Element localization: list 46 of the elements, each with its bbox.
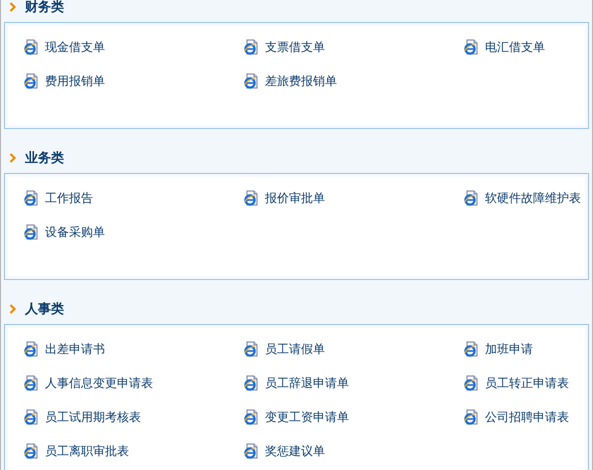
document-icon	[463, 375, 479, 391]
document-icon	[243, 443, 259, 459]
document-icon	[243, 409, 259, 425]
document-icon	[463, 409, 479, 425]
form-link[interactable]: 设备采购单	[45, 224, 105, 240]
form-link[interactable]: 支票借支单	[265, 38, 325, 56]
chevron-icon	[9, 153, 17, 163]
document-icon	[463, 39, 479, 55]
document-icon	[243, 39, 259, 55]
form-link[interactable]: 现金借支单	[45, 38, 105, 56]
document-icon	[23, 190, 39, 206]
document-icon	[23, 73, 39, 89]
form-link[interactable]: 公司招聘申请表	[485, 408, 569, 426]
form-link[interactable]: 软硬件故障维护表	[485, 190, 581, 206]
section-title: 财务类	[25, 0, 64, 16]
document-icon	[23, 341, 39, 357]
form-link[interactable]: 奖惩建议单	[265, 442, 325, 460]
form-link[interactable]: 变更工资申请单	[265, 408, 349, 426]
chevron-icon	[9, 304, 17, 314]
chevron-icon	[9, 2, 17, 12]
form-link[interactable]: 出差申请书	[45, 340, 105, 358]
document-icon	[23, 39, 39, 55]
document-icon	[243, 375, 259, 391]
form-link[interactable]: 电汇借支单	[485, 38, 545, 56]
document-icon	[243, 341, 259, 357]
document-icon	[463, 341, 479, 357]
form-link[interactable]: 加班申请	[485, 340, 533, 358]
document-icon	[243, 73, 259, 89]
form-link[interactable]: 员工请假单	[265, 340, 325, 358]
document-icon	[463, 190, 479, 206]
section-title: 业务类	[25, 150, 64, 167]
document-icon	[23, 443, 39, 459]
form-link[interactable]: 差旅费报销单	[265, 72, 337, 90]
form-link[interactable]: 工作报告	[45, 190, 93, 206]
document-icon	[23, 224, 39, 240]
document-icon	[243, 190, 259, 206]
form-link[interactable]: 报价审批单	[265, 190, 325, 206]
form-link[interactable]: 员工离职审批表	[45, 442, 129, 460]
section-title: 人事类	[25, 301, 64, 318]
form-link[interactable]: 员工试用期考核表	[45, 408, 141, 426]
form-link[interactable]: 员工辞退申请单	[265, 374, 349, 392]
form-link[interactable]: 人事信息变更申请表	[45, 374, 153, 392]
form-link[interactable]: 费用报销单	[45, 72, 105, 90]
document-icon	[23, 409, 39, 425]
form-link[interactable]: 员工转正申请表	[485, 374, 569, 392]
document-icon	[23, 375, 39, 391]
